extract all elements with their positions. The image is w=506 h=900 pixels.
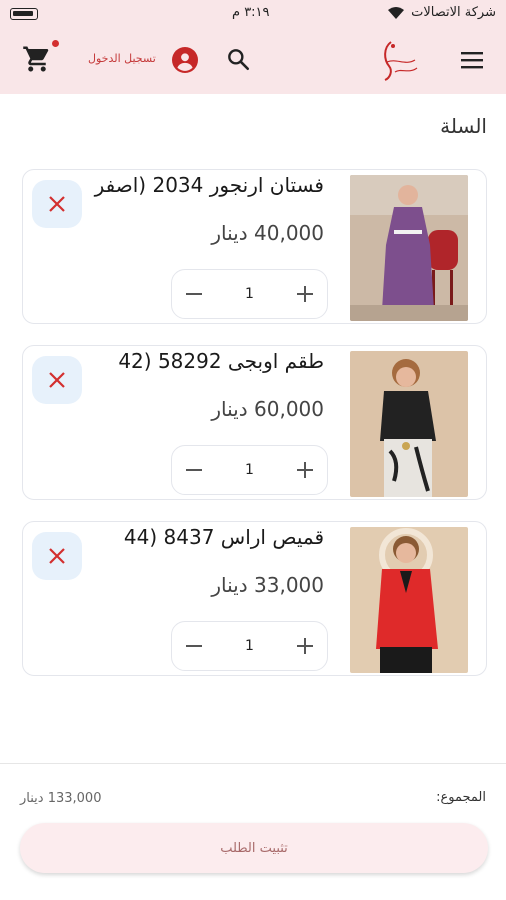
plus-icon[interactable] [295,636,315,656]
cart-badge [52,40,59,47]
page-title: السلة [440,114,487,138]
total-label: المجموع: [436,790,486,805]
plus-icon[interactable] [295,460,315,480]
quantity-value: 1 [245,638,254,654]
plus-icon[interactable] [295,284,315,304]
minus-icon[interactable] [184,460,204,480]
menu-icon[interactable] [459,49,485,71]
status-time: ٣:١٩ م [232,5,270,20]
minus-icon[interactable] [184,284,204,304]
checkout-button[interactable]: تثبيت الطلب [20,823,488,873]
remove-item-button[interactable] [32,180,82,228]
status-bar: ٣:١٩ م شركة الاتصالات [0,0,506,28]
carrier-name: شركة الاتصالات [411,5,496,20]
quantity-stepper: 1 [171,445,328,495]
cart-item: قميص اراس 8437 (44 33,000 دينار 1 [22,521,487,676]
login-link[interactable]: تسجيل الدخول [88,52,156,65]
product-name[interactable]: فستان ارنجور 2034 (اصفر [95,173,324,197]
wifi-icon [388,7,404,19]
product-name[interactable]: طقم اوبجى 58292 (42 [118,349,324,373]
quantity-stepper: 1 [171,621,328,671]
product-image [350,351,468,497]
remove-item-button[interactable] [32,356,82,404]
cart-item: فستان ارنجور 2034 (اصفر 40,000 دينار 1 [22,169,487,324]
cart-button[interactable] [22,44,56,78]
brand-logo [384,41,418,81]
quantity-value: 1 [245,462,254,478]
product-price: 60,000 دينار [211,397,324,421]
close-icon [49,372,65,388]
summary-divider [0,763,506,764]
app-header: تسجيل الدخول [0,28,506,94]
remove-item-button[interactable] [32,532,82,580]
close-icon [49,548,65,564]
product-price: 33,000 دينار [211,573,324,597]
product-name[interactable]: قميص اراس 8437 (44 [124,525,324,549]
cart-item: طقم اوبجى 58292 (42 60,000 دينار 1 [22,345,487,500]
cart-icon [23,46,49,72]
battery-icon [10,8,38,20]
quantity-value: 1 [245,286,254,302]
close-icon [49,196,65,212]
minus-icon[interactable] [184,636,204,656]
product-price: 40,000 دينار [211,221,324,245]
search-icon[interactable] [225,46,251,72]
product-image [350,527,468,673]
product-image [350,175,468,321]
total-value: 133,000 دينار [20,791,102,806]
quantity-stepper: 1 [171,269,328,319]
account-icon[interactable] [172,47,198,73]
